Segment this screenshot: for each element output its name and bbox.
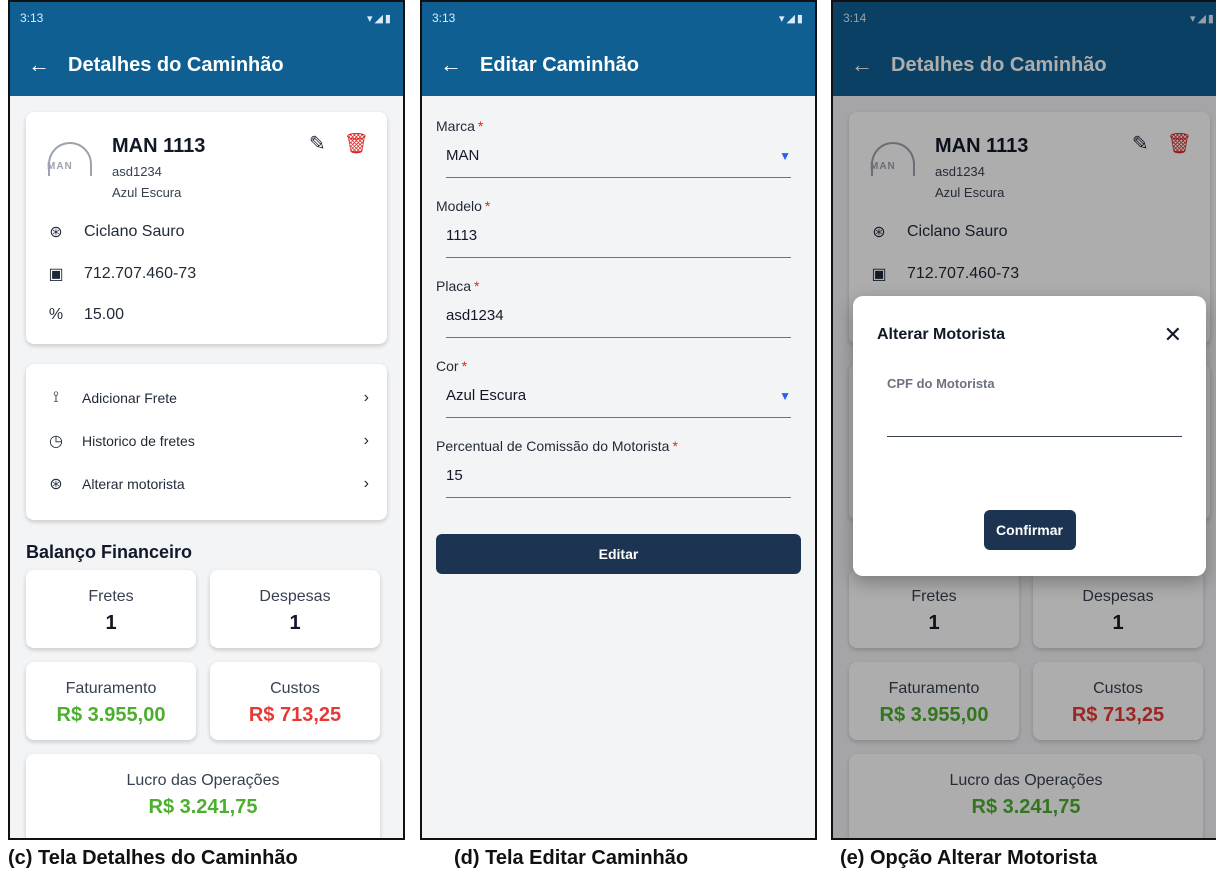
close-icon[interactable]: ✕	[1164, 324, 1182, 346]
stat-lucro: Lucro das Operações R$ 3.241,75	[26, 754, 380, 838]
page-title: Detalhes do Caminhão	[68, 53, 284, 76]
caption-d: (d) Tela Editar Caminhão	[454, 847, 689, 869]
driver-name-row: ⊛ Ciclano Sauro	[44, 222, 369, 242]
stat-value: 1	[105, 612, 117, 634]
trash-icon[interactable]: 🗑	[344, 134, 369, 154]
cpf-field-label: CPF do Motorista	[887, 376, 995, 391]
field-label: Cor *	[436, 358, 468, 374]
cpf-input[interactable]	[887, 403, 1182, 437]
truck-card: MAN MAN 1113 asd1234 Azul Escura ✎ 🗑 ⊛ C…	[26, 112, 387, 344]
caption-e: (e) Opção Alterar Motorista	[840, 847, 1098, 869]
commission-value: 15.00	[84, 306, 125, 323]
stat-faturamento: Faturamento R$ 3.955,00	[26, 662, 196, 740]
status-time: 3:13	[20, 11, 44, 25]
stat-label: Custos	[270, 680, 320, 697]
field-label: Modelo *	[436, 198, 491, 214]
field-label: Placa *	[436, 278, 480, 294]
field-placa: Placa * asd1234	[436, 278, 801, 338]
field-comissao: Percentual de Comissão do Motorista * 15	[436, 438, 801, 498]
menu-item-label: Alterar motorista	[82, 475, 185, 492]
steering-wheel-icon: ⊛	[49, 224, 63, 241]
truck-plate: asd1234	[112, 164, 162, 179]
edit-icon[interactable]: ✎	[309, 134, 326, 154]
chevron-down-icon: ▼	[779, 388, 791, 403]
confirm-button[interactable]: Confirmar	[983, 510, 1076, 550]
stat-despesas: Despesas 1	[210, 570, 380, 648]
chevron-right-icon: ›	[363, 474, 369, 492]
stat-label: Lucro das Operações	[126, 772, 280, 789]
status-icons: ▾◢▮	[366, 12, 393, 25]
field-label: Percentual de Comissão do Motorista *	[436, 438, 678, 454]
stat-value: 1	[289, 612, 301, 634]
edit-button[interactable]: Editar	[436, 534, 801, 574]
stat-value: R$ 3.241,75	[148, 796, 258, 818]
stat-fretes: Fretes 1	[26, 570, 196, 648]
stat-value: R$ 3.955,00	[56, 704, 166, 726]
caption-c: (c) Tela Detalhes do Caminhão	[8, 847, 298, 869]
menu-item-label: Adicionar Frete	[82, 389, 177, 406]
comissao-input[interactable]: 15	[446, 454, 791, 498]
page-title: Editar Caminhão	[480, 53, 639, 76]
back-arrow-icon[interactable]: ←	[28, 54, 50, 76]
status-bar: 3:13 ▾◢▮	[10, 2, 403, 34]
stat-value: R$ 713,25	[248, 704, 342, 726]
screen-editar-caminhao: 3:13 ▾◢▮ ← Editar Caminhão Marca * MAN ▼ …	[420, 0, 817, 840]
placa-input[interactable]: asd1234	[446, 294, 791, 338]
field-marca: Marca * MAN ▼	[436, 118, 801, 178]
app-bar: ← Editar Caminhão	[422, 34, 815, 96]
stat-label: Fretes	[88, 588, 134, 605]
cor-select[interactable]: Azul Escura ▼	[446, 374, 791, 418]
chevron-right-icon: ›	[363, 431, 369, 449]
stat-custos: Custos R$ 713,25	[210, 662, 380, 740]
menu-item-historico-fretes[interactable]: ◷ Historico de fretes ›	[44, 419, 369, 462]
app-bar: ← Detalhes do Caminhão	[10, 34, 403, 96]
status-time: 3:13	[432, 11, 456, 25]
field-cor: Cor * Azul Escura ▼	[436, 358, 801, 418]
percent-icon: %	[48, 306, 64, 323]
modelo-input[interactable]: 1113	[446, 214, 791, 258]
steering-wheel-icon: ⊛	[49, 475, 63, 493]
screen-alterar-motorista: 3:14 ▾◢▮ ← Detalhes do Caminhão MAN MAN …	[831, 0, 1216, 840]
chevron-right-icon: ›	[363, 388, 369, 406]
section-title: Balanço Financeiro	[26, 542, 193, 562]
id-card-icon: ▣	[48, 266, 64, 283]
status-bar: 3:13 ▾◢▮	[422, 2, 815, 34]
edit-truck-form: Marca * MAN ▼ Modelo * 1113 Placa * asd1234…	[422, 96, 815, 574]
driver-cpf-row: ▣ 712.707.460-73	[44, 264, 369, 284]
driver-cpf: 712.707.460-73	[84, 265, 197, 282]
clock-icon: ◷	[49, 432, 63, 450]
back-arrow-icon[interactable]: ←	[440, 54, 462, 76]
commission-row: % 15.00	[44, 306, 369, 324]
menu-item-adicionar-frete[interactable]: ⟟ Adicionar Frete ›	[44, 376, 369, 419]
menu-item-alterar-motorista[interactable]: ⊛ Alterar motorista ›	[44, 462, 369, 505]
stat-label: Faturamento	[65, 680, 157, 697]
menu-item-label: Historico de fretes	[82, 432, 195, 449]
modal-title: Alterar Motorista	[877, 326, 1006, 343]
truck-name: MAN 1113	[112, 135, 206, 157]
screen-detalhes-caminhao: 3:13 ▾◢▮ ← Detalhes do Caminhão MAN MAN …	[8, 0, 405, 840]
stat-label: Despesas	[259, 588, 331, 605]
status-icons: ▾◢▮	[778, 12, 805, 25]
truck-color: Azul Escura	[112, 185, 182, 200]
chevron-down-icon: ▼	[779, 148, 791, 163]
alterar-motorista-modal: Alterar Motorista ✕ CPF do Motorista Con…	[853, 296, 1206, 576]
driver-name: Ciclano Sauro	[84, 223, 185, 240]
brand-logo: MAN	[44, 142, 96, 176]
field-modelo: Modelo * 1113	[436, 198, 801, 258]
route-icon: ⟟	[53, 388, 59, 406]
actions-menu: ⟟ Adicionar Frete › ◷ Historico de frete…	[26, 364, 387, 520]
field-label: Marca *	[436, 118, 484, 134]
marca-select[interactable]: MAN ▼	[446, 134, 791, 178]
